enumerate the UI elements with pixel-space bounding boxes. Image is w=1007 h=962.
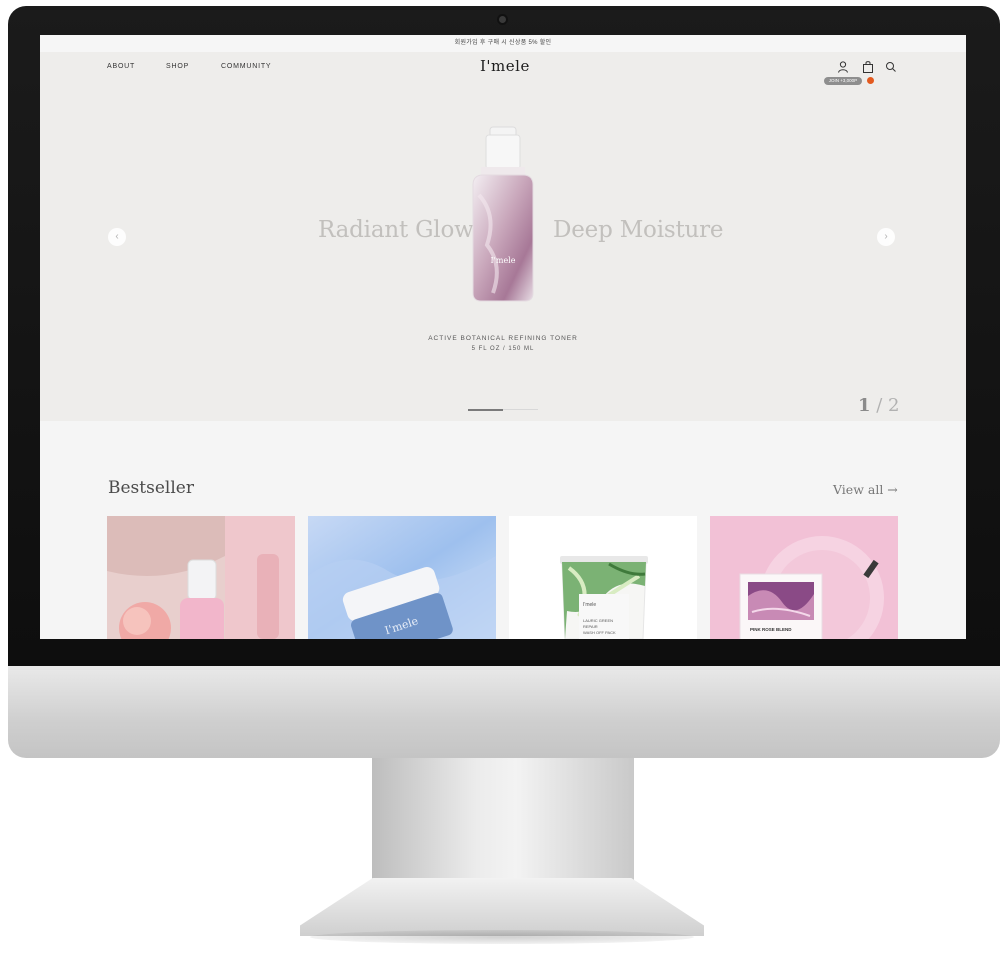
box-label: PINK ROSE BLEND [750,627,792,632]
camera-icon [499,16,506,23]
nav-community-link[interactable]: COMMUNITY [221,63,271,70]
pager-current: 1 [858,395,871,416]
reward-pill[interactable]: JOIN +3,000P [824,77,862,85]
product-image-3: I'mele LAURIC GREEN REPAIR WASH OFF PACK [509,516,697,639]
promo-topbar: 회원가입 후 구매 시 신상품 5% 할인 [40,35,966,52]
tube-line-2: REPAIR [583,624,598,629]
pager-separator: / [870,395,889,416]
cart-count-badge [867,77,874,84]
product-card-1[interactable] [107,516,295,639]
hero-prev-button[interactable]: ‹ [108,228,126,246]
browser-screen: 회원가입 후 구매 시 신상품 5% 할인 ABOUT SHOP COMMUNI… [40,35,966,639]
hero-left-heading: Radiant Glow [318,217,474,243]
bottle-label: I'mele [491,256,516,265]
hero-pager: 1 / 2 [858,395,900,416]
product-image-2: I'mele [308,516,496,639]
hero-right-heading: Deep Moisture [553,217,724,243]
monitor-stand-shadow [310,930,694,944]
view-all-link[interactable]: View all → [833,482,898,497]
monitor-chin [8,666,1000,758]
tube-brand: I'mele [583,602,596,608]
nav-shop-link[interactable]: SHOP [166,63,189,70]
brand-logo[interactable]: I'mele [480,57,530,75]
bestseller-section: Bestseller View all → I'mele I'mele LAUR… [40,421,966,639]
hero-product-bottle[interactable]: I'mele [467,125,539,305]
hero-slider-track[interactable] [468,409,538,411]
product-card-3[interactable]: I'mele LAURIC GREEN REPAIR WASH OFF PACK [509,516,697,639]
nav-about-link[interactable]: ABOUT [107,63,135,70]
product-card-4[interactable]: PINK ROSE BLEND [710,516,898,639]
promo-notice: 회원가입 후 구매 시 신상품 5% 할인 [454,40,552,46]
cart-icon[interactable] [861,60,875,74]
hero-product-name: ACTIVE BOTANICAL REFINING TONER [428,335,578,342]
search-icon[interactable] [884,60,898,74]
pager-total: 2 [888,395,900,416]
product-image-4: PINK ROSE BLEND [710,516,898,639]
product-card-2[interactable]: I'mele [308,516,496,639]
monitor-stand-neck [372,758,634,890]
hero-product-size: 5 FL OZ / 150 ML [471,346,535,352]
hero-next-button[interactable]: › [877,228,895,246]
monitor-stand-base [300,878,704,936]
tube-line-1: LAURIC GREEN [583,618,613,623]
bestseller-title: Bestseller [108,478,194,498]
product-image-1 [107,516,295,639]
hero-slider-progress [468,409,503,411]
tube-line-3: WASH OFF PACK [583,630,616,635]
user-icon[interactable] [836,60,850,74]
